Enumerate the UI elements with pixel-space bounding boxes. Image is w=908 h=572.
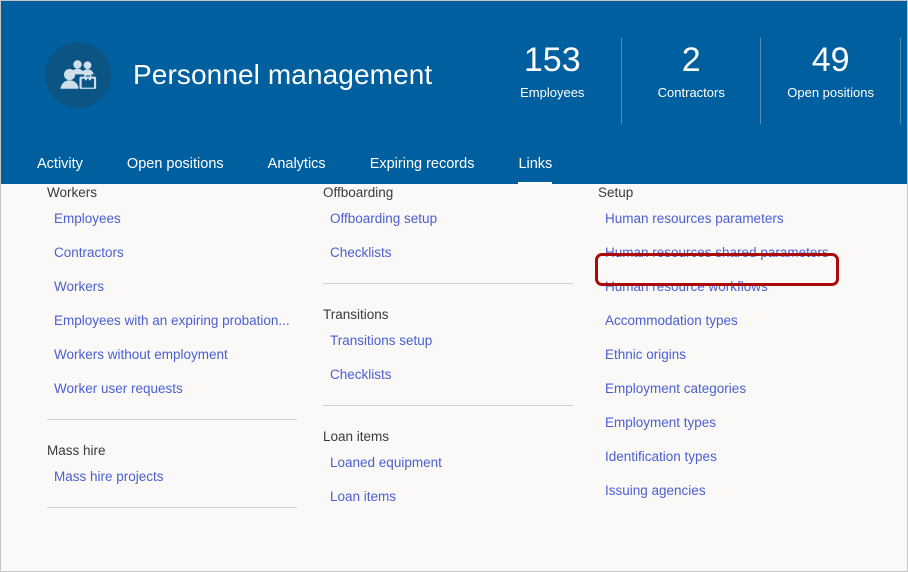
link-group-title: Mass hire [47,443,106,458]
links-column-1: Workers Employees Contractors Workers Em… [47,184,315,530]
link-human-resources-shared-parameters[interactable]: Human resources shared parameters [605,244,829,262]
stat-open-positions[interactable]: 49 Open positions [760,38,901,124]
group-divider [323,405,573,406]
tab-links[interactable]: Links [518,155,553,184]
link-transitions-checklists[interactable]: Checklists [330,366,392,384]
link-identification-types[interactable]: Identification types [605,448,717,466]
link-group-workers: Workers Employees Contractors Workers Em… [47,184,315,398]
link-accommodation-types[interactable]: Accommodation types [605,312,738,330]
stat-open-positions-value: 49 [811,41,850,79]
links-panel: Workers Employees Contractors Workers Em… [1,184,907,571]
link-group-offboarding: Offboarding Offboarding setup Checklists [323,184,591,262]
link-loan-items[interactable]: Loan items [330,488,396,506]
link-employees-expiring-probation[interactable]: Employees with an expiring probation... [54,312,290,330]
link-group-loan-items: Loan items Loaned equipment Loan items [323,428,591,506]
tab-activity[interactable]: Activity [37,155,83,184]
link-group-title: Loan items [323,429,390,444]
stat-contractors-value: 2 [681,41,701,79]
link-group-title: Workers [47,185,98,200]
stat-employees-label: Employees [520,85,585,100]
link-loaned-equipment[interactable]: Loaned equipment [330,454,442,472]
link-group-title: Offboarding [323,185,394,200]
personnel-management-workspace: Personnel management 153 Employees 2 Con… [0,0,908,572]
workspace-header: Personnel management 153 Employees 2 Con… [1,1,907,184]
link-employment-types[interactable]: Employment types [605,414,716,432]
link-group-title: Setup [598,185,634,200]
link-transitions-setup[interactable]: Transitions setup [330,332,432,350]
group-divider [323,283,573,284]
link-human-resources-parameters[interactable]: Human resources parameters [605,210,784,228]
stat-employees[interactable]: 153 Employees [483,38,621,124]
group-divider [47,507,297,508]
tab-open-positions[interactable]: Open positions [127,155,224,184]
stat-contractors-label: Contractors [657,85,725,100]
link-workers-without-employment[interactable]: Workers without employment [54,346,228,364]
header-stat-tiles: 153 Employees 2 Contractors 49 Open posi… [483,38,901,124]
link-group-setup: Setup Human resources parameters Human r… [598,184,898,500]
link-group-transitions: Transitions Transitions setup Checklists [323,306,591,384]
people-briefcase-icon [45,42,111,108]
link-ethnic-origins[interactable]: Ethnic origins [605,346,686,364]
links-column-3: Setup Human resources parameters Human r… [598,184,898,500]
tab-expiring-records[interactable]: Expiring records [370,155,475,184]
link-human-resource-workflows[interactable]: Human resource workflows [605,278,768,296]
page-title: Personnel management [133,59,433,90]
group-divider [47,419,297,420]
tab-analytics[interactable]: Analytics [268,155,326,184]
link-offboarding-setup[interactable]: Offboarding setup [330,210,437,228]
link-offboarding-checklists[interactable]: Checklists [330,244,392,262]
link-contractors[interactable]: Contractors [54,244,124,262]
workspace-tabs: Activity Open positions Analytics Expiri… [37,142,596,184]
link-employees[interactable]: Employees [54,210,121,228]
stat-contractors[interactable]: 2 Contractors [621,38,760,124]
link-issuing-agencies[interactable]: Issuing agencies [605,482,706,500]
workspace-title-row: Personnel management [45,42,432,108]
link-employment-categories[interactable]: Employment categories [605,380,746,398]
link-workers[interactable]: Workers [54,278,104,296]
link-mass-hire-projects[interactable]: Mass hire projects [54,468,164,486]
link-worker-user-requests[interactable]: Worker user requests [54,380,183,398]
link-group-title: Transitions [323,307,389,322]
stat-open-positions-label: Open positions [787,85,874,100]
links-column-2: Offboarding Offboarding setup Checklists… [323,184,591,506]
stat-employees-value: 153 [523,41,581,79]
link-group-mass-hire: Mass hire Mass hire projects [47,442,315,486]
